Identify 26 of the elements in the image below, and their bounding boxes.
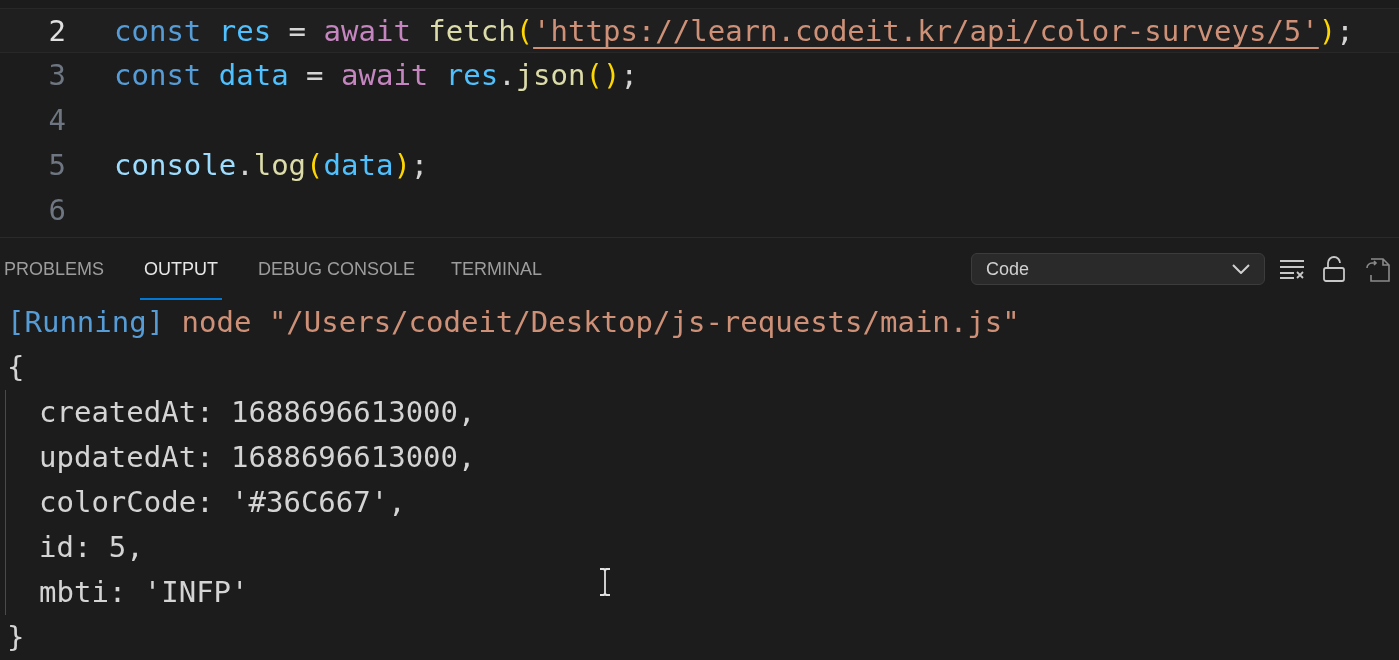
line-number: 6 <box>47 192 66 229</box>
output-line: } <box>7 619 26 656</box>
code-line: console.log(data); <box>114 147 429 184</box>
output-line: colorCode: '#36C667', <box>39 484 406 521</box>
line-number: 2 <box>47 13 66 50</box>
output-line: updatedAt: 1688696613000, <box>39 439 476 476</box>
panel-tab[interactable]: OUTPUT <box>140 238 223 300</box>
code-line: const data = await res.json(); <box>114 57 638 94</box>
line-number: 3 <box>47 57 66 94</box>
output-line: { <box>7 349 26 386</box>
line-number: 5 <box>47 147 66 184</box>
panel-tab[interactable]: TERMINAL <box>451 238 543 300</box>
output-line: createdAt: 1688696613000, <box>39 394 476 431</box>
line-number: 4 <box>47 102 66 139</box>
panel-tab[interactable]: DEBUG CONSOLE <box>258 238 416 300</box>
chevron-down-icon <box>1232 264 1250 274</box>
clear-output-icon[interactable] <box>1279 259 1305 279</box>
document-icon[interactable] <box>1365 256 1391 282</box>
unlock-icon[interactable] <box>1323 256 1345 282</box>
panel-tab[interactable]: PROBLEMS <box>4 238 105 300</box>
output-channel-dropdown[interactable]: Code <box>971 253 1265 285</box>
text-cursor-icon <box>598 568 612 596</box>
output-line: [Running] node "/Users/codeit/Desktop/js-requests/main.js" <box>7 304 1021 341</box>
code-line: const res = await fetch('https://learn.codeit.kr/api/color-surveys/5'); <box>114 13 1354 50</box>
output-line: id: 5, <box>39 529 144 566</box>
output-line: mbti: 'INFP' <box>39 574 249 611</box>
